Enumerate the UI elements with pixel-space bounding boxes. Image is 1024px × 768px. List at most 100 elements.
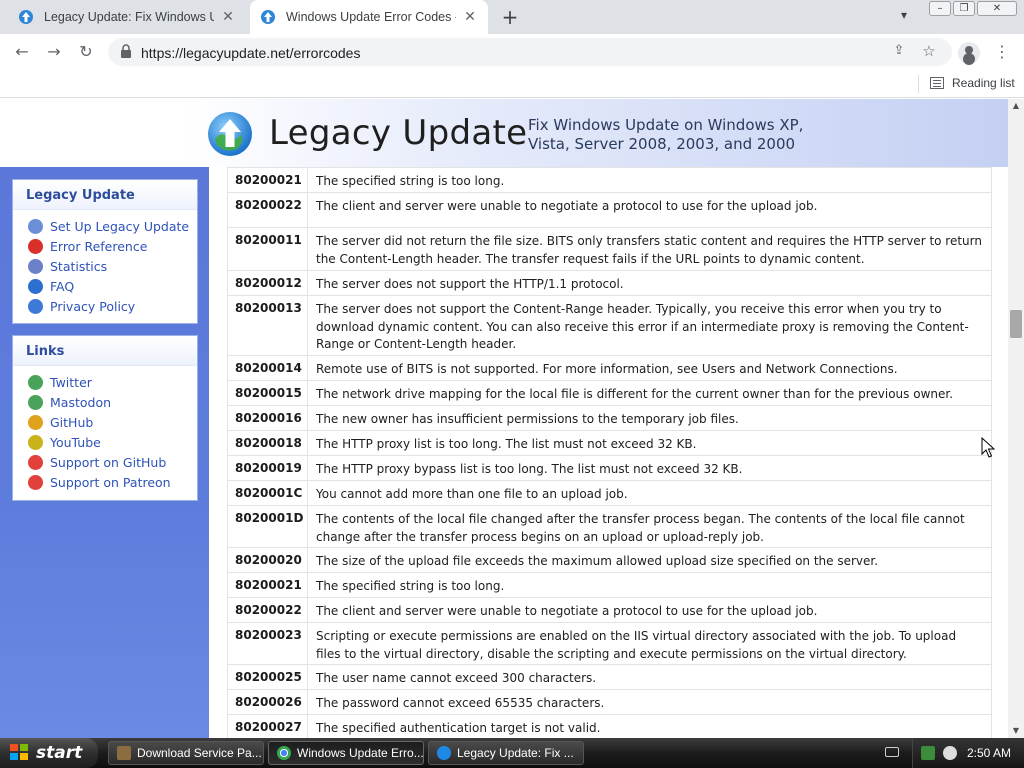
scroll-down-arrow-icon[interactable]: ▼ xyxy=(1008,724,1024,738)
taskbar-item-legacy-update-fix[interactable]: Legacy Update: Fix ... xyxy=(428,741,584,765)
error-code: 80200025 xyxy=(227,664,308,690)
sidebar-item-support-on-github[interactable]: Support on GitHub xyxy=(28,452,197,472)
taskbar-item-label: Legacy Update: Fix ... xyxy=(457,746,574,760)
sidebar-item-label: GitHub xyxy=(50,414,94,430)
sidebar-item-youtube[interactable]: YouTube xyxy=(28,432,197,452)
profile-avatar-icon[interactable] xyxy=(958,42,980,64)
table-row: 80200022 The client and server were unabl… xyxy=(227,192,992,228)
share-icon[interactable]: ⇪ xyxy=(890,43,908,61)
error-code: 8020001C xyxy=(227,480,308,506)
legacy-update-logo-icon[interactable] xyxy=(207,111,253,157)
keyboard-icon[interactable] xyxy=(885,747,899,757)
sidebar-item-label: Privacy Policy xyxy=(50,298,136,314)
sidebar-item-error-reference[interactable]: Error Reference xyxy=(28,236,197,256)
scroll-up-arrow-icon[interactable]: ▲ xyxy=(1008,99,1024,113)
error-code-table-container: 80200021 The specified string is too long… xyxy=(227,167,992,738)
reading-list-icon xyxy=(930,77,944,89)
statistics-icon xyxy=(28,258,43,274)
sidebar: Legacy Update Set Up Legacy Update Error … xyxy=(0,167,209,738)
address-bar[interactable]: https://legacyupdate.net/errorcodes ⇪ ☆ xyxy=(108,38,952,66)
table-row: 80200011 The server did not return the fi… xyxy=(227,227,992,271)
error-description: Remote use of BITS is not supported. For… xyxy=(307,355,992,381)
table-row: 80200014 Remote use of BITS is not suppor… xyxy=(227,355,992,381)
page-scrollbar[interactable]: ▲ ▼ xyxy=(1008,99,1024,738)
tab-legacy-update-fix[interactable]: Legacy Update: Fix Windows Update ✕ xyxy=(8,0,246,34)
legacy-update-favicon-icon xyxy=(261,10,275,24)
table-row: 80200018 The HTTP proxy list is too long.… xyxy=(227,430,992,456)
error-description: The specified authentication target is n… xyxy=(307,714,992,738)
error-code-table: 80200021 The specified string is too long… xyxy=(227,167,992,738)
close-tab-icon[interactable]: ✕ xyxy=(220,9,236,25)
taskbar-item-download-service-pack[interactable]: Download Service Pa... xyxy=(108,741,264,765)
taskbar-item-windows-update-error-codes[interactable]: Windows Update Erro... xyxy=(268,741,424,765)
sidebar-item-statistics[interactable]: Statistics xyxy=(28,256,197,276)
page-viewport: Legacy Update Fix Windows Update on Wind… xyxy=(0,99,1008,738)
sidebar-item-privacy-policy[interactable]: Privacy Policy xyxy=(28,296,197,316)
lock-icon[interactable] xyxy=(120,44,132,58)
bookmark-star-icon[interactable]: ☆ xyxy=(920,42,938,60)
github-icon xyxy=(28,414,43,430)
reload-icon[interactable]: ↻ xyxy=(74,40,98,64)
error-description: The contents of the local file changed a… xyxy=(307,505,992,548)
table-row: 80200013 The server does not support the … xyxy=(227,295,992,356)
url-text[interactable]: https://legacyupdate.net/errorcodes xyxy=(141,45,360,61)
error-description: The HTTP proxy bypass list is too long. … xyxy=(307,455,992,481)
minimize-button[interactable]: – xyxy=(929,1,951,16)
error-code: 80200014 xyxy=(227,355,308,381)
error-code: 80200020 xyxy=(227,547,308,573)
table-row: 80200012 The server does not support the … xyxy=(227,270,992,296)
table-row: 80200015 The network drive mapping for th… xyxy=(227,380,992,406)
tab-search-chevron-icon[interactable]: ▾ xyxy=(894,8,914,28)
taskbar: start Download Service Pa... Windows Upd… xyxy=(0,738,1024,768)
sidebar-item-github[interactable]: GitHub xyxy=(28,412,197,432)
table-row: 80200016 The new owner has insufficient p… xyxy=(227,405,992,431)
close-tab-icon[interactable]: ✕ xyxy=(462,9,478,25)
error-description: You cannot add more than one file to an … xyxy=(307,480,992,506)
gear-icon xyxy=(117,746,131,760)
error-code: 80200018 xyxy=(227,430,308,456)
reading-list-label: Reading list xyxy=(952,76,1015,90)
table-row: 80200019 The HTTP proxy bypass list is to… xyxy=(227,455,992,481)
sidebar-item-support-on-patreon[interactable]: Support on Patreon xyxy=(28,472,197,492)
tab-title: Legacy Update: Fix Windows Update xyxy=(44,10,214,24)
sidebar-item-label: FAQ xyxy=(50,278,75,294)
error-description: The specified string is too long. xyxy=(307,167,992,193)
site-header: Legacy Update Fix Windows Update on Wind… xyxy=(0,99,1008,167)
browser-toolbar: ← → ↻ https://legacyupdate.net/errorcode… xyxy=(0,34,1024,70)
kebab-menu-icon[interactable]: ⋮ xyxy=(992,40,1012,64)
legacy-update-favicon-icon xyxy=(19,10,33,24)
volume-icon[interactable] xyxy=(943,746,957,760)
start-button[interactable]: start xyxy=(0,738,98,768)
table-row: 80200025 The user name cannot exceed 300 … xyxy=(227,664,992,690)
sidebar-item-label: Mastodon xyxy=(50,394,112,410)
sidebar-item-faq[interactable]: FAQ xyxy=(28,276,197,296)
error-description: The size of the upload file exceeds the … xyxy=(307,547,992,573)
error-description: The client and server were unable to neg… xyxy=(307,192,992,228)
sidebar-item-mastodon[interactable]: Mastodon xyxy=(28,392,197,412)
error-code: 80200023 xyxy=(227,622,308,665)
windows-logo-icon xyxy=(10,744,30,762)
close-window-button[interactable]: ✕ xyxy=(977,1,1017,16)
error-description: The new owner has insufficient permissio… xyxy=(307,405,992,431)
mastodon-icon xyxy=(28,394,43,410)
site-title[interactable]: Legacy Update xyxy=(269,113,527,153)
error-code: 8020001D xyxy=(227,505,308,548)
forward-arrow-icon[interactable]: → xyxy=(42,40,66,64)
error-description: The user name cannot exceed 300 characte… xyxy=(307,664,992,690)
table-row: 80200022 The client and server were unabl… xyxy=(227,597,992,623)
start-label: start xyxy=(36,743,83,763)
new-tab-button[interactable]: + xyxy=(498,5,522,29)
tab-error-codes[interactable]: Windows Update Error Codes - Legacy Upda… xyxy=(250,0,488,34)
table-row: 80200027 The specified authentication tar… xyxy=(227,714,992,738)
error-code: 80200021 xyxy=(227,572,308,598)
error-code: 80200011 xyxy=(227,227,308,271)
network-icon[interactable] xyxy=(921,746,935,760)
reading-list-button[interactable]: Reading list xyxy=(930,76,1015,90)
back-arrow-icon[interactable]: ← xyxy=(10,40,34,64)
restore-button[interactable]: ❐ xyxy=(953,1,975,16)
sidebar-item-label: Support on GitHub xyxy=(50,454,167,470)
scrollbar-thumb[interactable] xyxy=(1010,310,1022,338)
sidebar-item-set-up-legacy-update[interactable]: Set Up Legacy Update xyxy=(28,216,197,236)
sidebar-item-twitter[interactable]: Twitter xyxy=(28,372,197,392)
clock[interactable]: 2:50 AM xyxy=(967,746,1011,760)
